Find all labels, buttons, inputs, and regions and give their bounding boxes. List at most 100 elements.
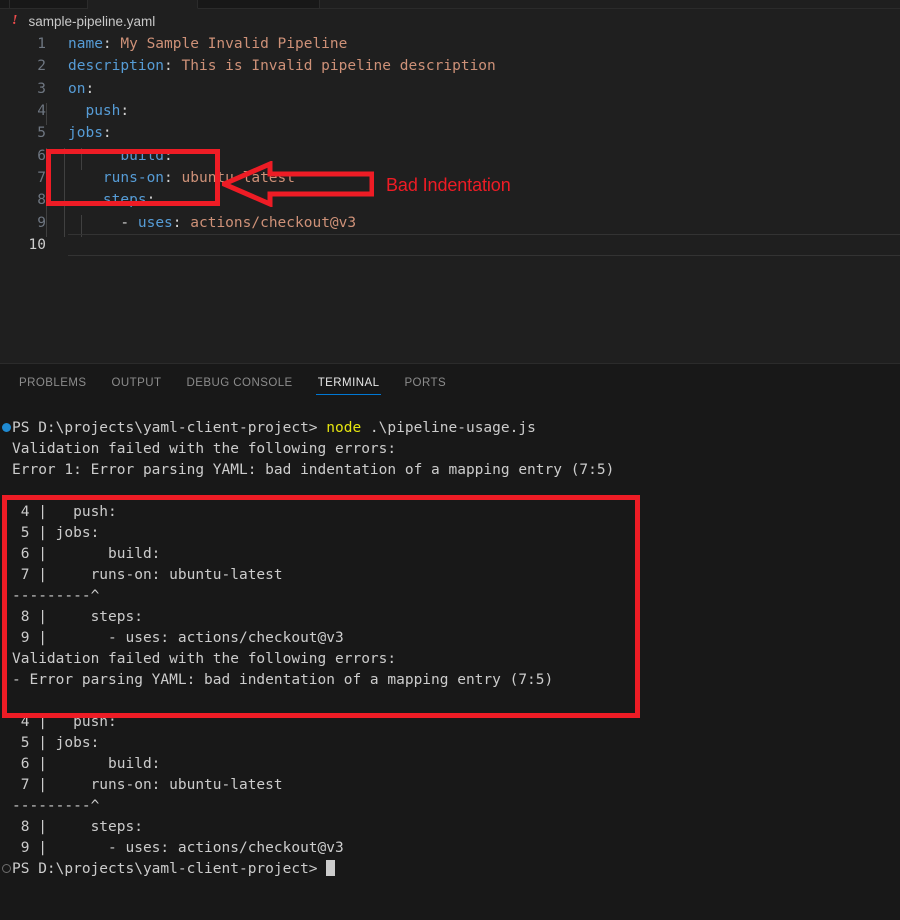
- line-number: 2: [37, 58, 46, 75]
- terminal-text: ---------^: [12, 798, 100, 814]
- code-line[interactable]: 2 description: This is Invalid pipeline d…: [0, 55, 900, 77]
- code-line-text: on:: [46, 81, 900, 97]
- terminal-line: 4 | push:: [12, 712, 900, 733]
- tab-debug-console[interactable]: DEBUG CONSOLE: [178, 364, 302, 402]
- terminal-text: 5 | jobs:: [12, 525, 100, 541]
- terminal-text: 4 | push:: [12, 714, 117, 730]
- code-token: jobs: [68, 125, 103, 142]
- code-token: :: [146, 192, 156, 209]
- code-line[interactable]: 1 name: My Sample Invalid Pipeline: [0, 33, 900, 55]
- terminal-line: - Error parsing YAML: bad indentation of…: [12, 670, 900, 691]
- code-token: build: [120, 147, 165, 164]
- tab-ports[interactable]: PORTS: [395, 364, 455, 402]
- code-token: name: [68, 36, 103, 53]
- terminal-line: 4 | push:: [12, 502, 900, 523]
- terminal-line: ---------^: [12, 586, 900, 607]
- code-line-text: jobs:: [46, 125, 900, 141]
- line-number: 9: [37, 214, 46, 231]
- editor-tab-4[interactable]: [198, 0, 320, 9]
- line-number: 8: [37, 192, 46, 209]
- command-marker-icon[interactable]: [2, 423, 11, 432]
- code-token: :: [172, 214, 182, 231]
- line-number: 6: [37, 147, 46, 164]
- terminal-cursor: [326, 860, 336, 876]
- terminal-text: ---------^: [12, 588, 100, 604]
- warning-exclamation-icon: !: [12, 13, 18, 28]
- terminal-line: 8 | steps:: [12, 817, 900, 838]
- terminal-line: 5 | jobs:: [12, 523, 900, 544]
- code-token: steps: [102, 192, 147, 209]
- breadcrumb[interactable]: ! sample-pipeline.yaml: [0, 9, 900, 33]
- editor-tab-3[interactable]: [88, 0, 198, 9]
- terminal-line: Validation failed with the following err…: [12, 649, 900, 670]
- tab-strip-filler: [320, 0, 900, 9]
- code-line[interactable]: 10: [0, 233, 900, 256]
- code-line-text: build:: [46, 147, 900, 170]
- editor-tab-1[interactable]: [0, 0, 10, 9]
- bottom-panel: PROBLEMS OUTPUT DEBUG CONSOLE TERMINAL PORTS…: [0, 363, 900, 920]
- terminal-line: 6 | build:: [12, 754, 900, 775]
- terminal-text: Validation failed with the following err…: [12, 441, 397, 457]
- code-token: push: [85, 103, 121, 120]
- terminal-text: Validation failed with the following err…: [12, 651, 397, 667]
- terminal-text: 8 | steps:: [12, 609, 143, 625]
- line-number: 4: [37, 103, 46, 120]
- code-token: runs-on: [102, 169, 165, 186]
- tab-output[interactable]: OUTPUT: [103, 364, 171, 402]
- terminal-line: ---------^: [12, 796, 900, 817]
- terminal-line: 7 | runs-on: ubuntu-latest: [12, 775, 900, 796]
- code-token: uses: [137, 214, 173, 231]
- terminal-text: Error 1: Error parsing YAML: bad indenta…: [12, 462, 615, 478]
- tab-problems[interactable]: PROBLEMS: [10, 364, 96, 402]
- terminal-line: PS D:\projects\yaml-client-project>: [2, 859, 900, 880]
- code-line[interactable]: 9 - uses: actions/checkout@v3: [0, 211, 900, 237]
- code-line[interactable]: 3 on:: [0, 78, 900, 100]
- code-line-text: push:: [46, 103, 900, 126]
- line-number: 5: [37, 125, 46, 142]
- terminal-text: node: [326, 420, 362, 436]
- terminal-text: 8 | steps:: [12, 819, 143, 835]
- terminal-line: PS D:\projects\yaml-client-project> node…: [2, 418, 900, 439]
- command-marker-icon[interactable]: [2, 864, 11, 873]
- code-token: :: [164, 169, 173, 186]
- terminal-text: 9 | - uses: actions/checkout@v3: [12, 840, 344, 856]
- code-line-text: name: My Sample Invalid Pipeline: [46, 36, 900, 52]
- breadcrumb-filename[interactable]: sample-pipeline.yaml: [28, 14, 155, 29]
- code-editor[interactable]: 1 name: My Sample Invalid Pipeline 2 descri…: [0, 33, 900, 363]
- terminal-line: 9 | - uses: actions/checkout@v3: [12, 838, 900, 859]
- terminal-text: 6 | build:: [12, 756, 161, 772]
- terminal-text: 9 | - uses: actions/checkout@v3: [12, 630, 344, 646]
- code-line[interactable]: 5 jobs:: [0, 122, 900, 144]
- code-token: on: [68, 80, 86, 97]
- panel-tab-bar: PROBLEMS OUTPUT DEBUG CONSOLE TERMINAL PORTS: [0, 364, 900, 402]
- code-token: :: [102, 125, 112, 142]
- code-token: description: [68, 58, 165, 75]
- terminal-line: Validation failed with the following err…: [12, 439, 900, 460]
- annotation-label-bad-indentation: Bad Indentation: [386, 175, 511, 195]
- terminal-text: - Error parsing YAML: bad indentation of…: [12, 672, 554, 688]
- terminal-line: 7 | runs-on: ubuntu-latest: [12, 565, 900, 586]
- code-token: :: [164, 58, 173, 75]
- code-token: actions/checkout@v3: [190, 214, 357, 231]
- tab-terminal[interactable]: TERMINAL: [309, 364, 389, 402]
- terminal-text: 4 | push:: [12, 504, 117, 520]
- code-line-text: description: This is Invalid pipeline de…: [46, 58, 900, 74]
- code-line[interactable]: 4 push:: [0, 100, 900, 126]
- line-number: 7: [37, 169, 46, 186]
- code-line[interactable]: 6 build:: [0, 144, 900, 170]
- terminal-output[interactable]: PS D:\projects\yaml-client-project> node…: [0, 402, 900, 920]
- terminal-line: 6 | build:: [12, 544, 900, 565]
- code-token: :: [164, 147, 173, 164]
- editor-tab-2[interactable]: [10, 0, 88, 9]
- terminal-line: Error 1: Error parsing YAML: bad indenta…: [12, 460, 900, 481]
- terminal-text: PS D:\projects\yaml-client-project>: [12, 861, 327, 877]
